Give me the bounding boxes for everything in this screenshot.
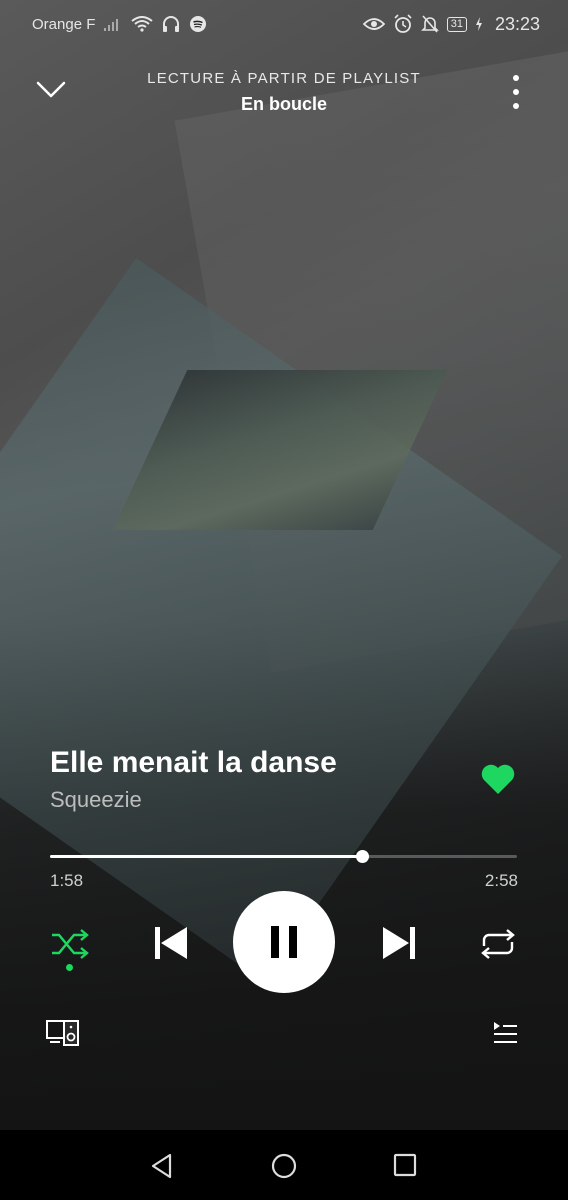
nav-back-icon[interactable] <box>148 1152 176 1180</box>
skip-next-icon[interactable] <box>380 924 418 962</box>
eye-icon <box>362 18 385 30</box>
headphones-icon <box>163 16 180 32</box>
mute-bell-icon <box>420 15 439 33</box>
seek-bar[interactable] <box>50 850 517 863</box>
shuffle-active-dot <box>66 964 73 971</box>
pause-icon <box>271 926 297 958</box>
charging-icon <box>475 17 482 31</box>
carrier-label: Orange F <box>32 15 96 33</box>
clock: 23:23 <box>494 13 540 34</box>
signal-icon <box>104 19 119 31</box>
pause-button[interactable] <box>233 891 335 993</box>
context-label: LECTURE À PARTIR DE PLAYLIST <box>147 70 421 87</box>
total-duration: 2:58 <box>484 871 518 890</box>
more-vertical-icon[interactable] <box>506 74 526 110</box>
nav-home-icon[interactable] <box>270 1152 298 1180</box>
wifi-icon <box>131 16 153 32</box>
connect-devices-icon[interactable] <box>46 1018 80 1048</box>
elapsed-time: 1:58 <box>50 871 84 890</box>
shuffle-icon[interactable] <box>50 926 90 962</box>
playing-from: LECTURE À PARTIR DE PLAYLIST En boucle <box>100 70 468 115</box>
seek-fill <box>50 855 363 858</box>
track-artist[interactable]: Squeezie <box>50 787 142 813</box>
playlist-name[interactable]: En boucle <box>100 94 468 115</box>
queue-icon[interactable] <box>490 1020 518 1048</box>
track-title[interactable]: Elle menait la danse <box>50 746 337 780</box>
battery-indicator: 31 <box>446 16 467 32</box>
heart-icon[interactable] <box>480 762 516 796</box>
system-nav-bar <box>0 1130 568 1200</box>
nav-recents-icon[interactable] <box>392 1152 418 1178</box>
chevron-down-icon[interactable] <box>36 80 66 100</box>
skip-previous-icon[interactable] <box>152 924 190 962</box>
player-header: LECTURE À PARTIR DE PLAYLIST En boucle <box>0 60 568 130</box>
repeat-icon[interactable] <box>478 926 518 962</box>
spotify-icon <box>190 16 207 32</box>
status-bar: Orange F 31 23:23 <box>0 0 568 48</box>
alarm-icon <box>394 14 412 33</box>
